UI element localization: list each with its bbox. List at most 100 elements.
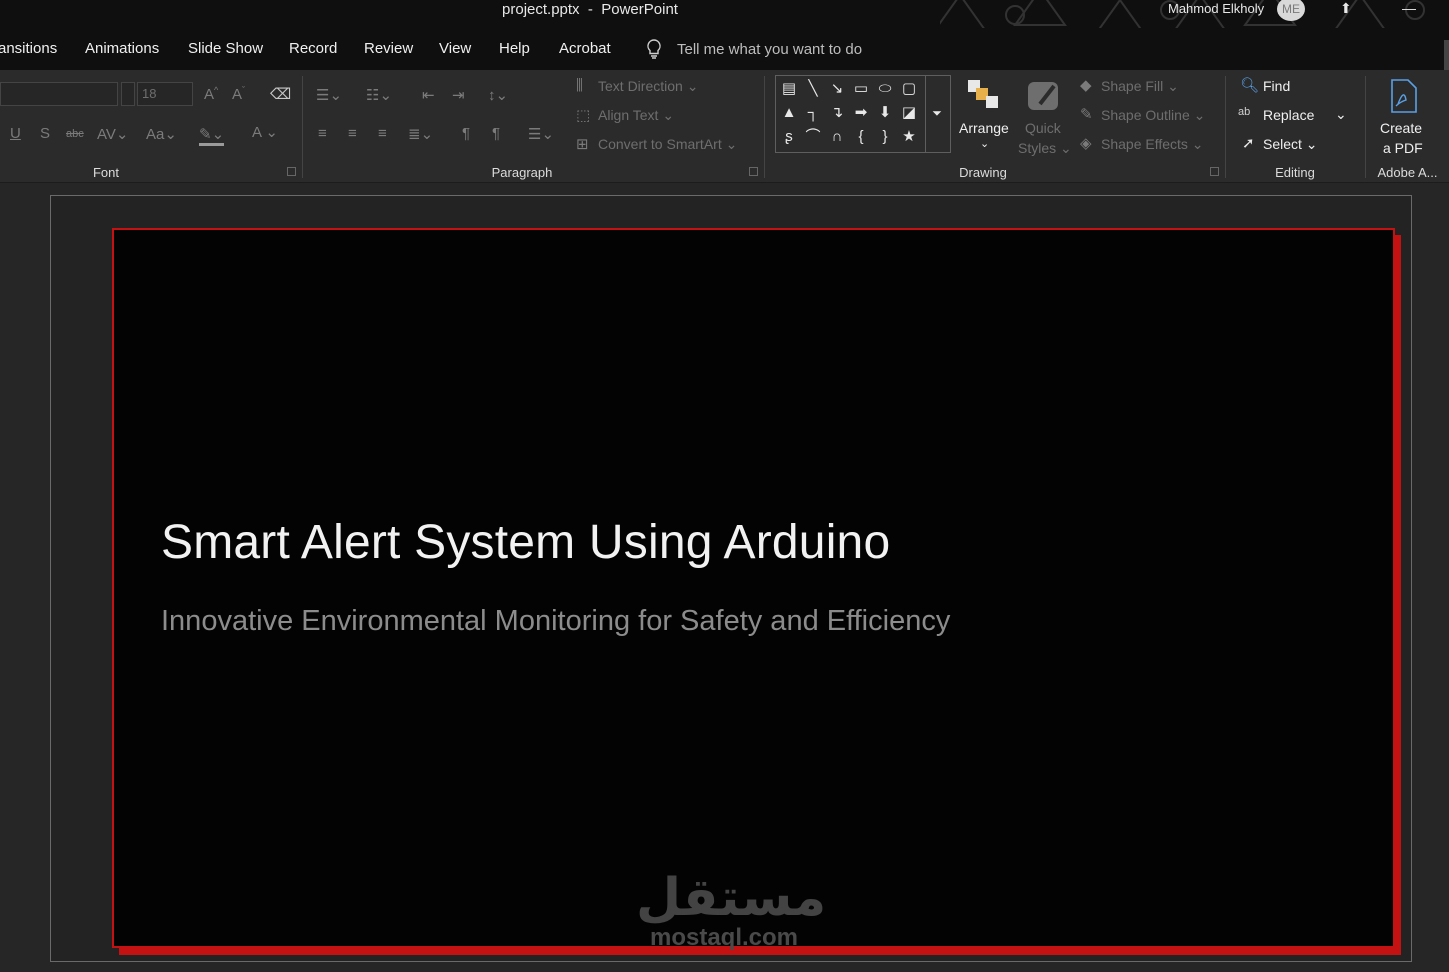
gallery-divider [925, 76, 926, 152]
columns-icon[interactable]: ☰⌄ [528, 125, 554, 143]
grow-font-icon[interactable]: A^ [204, 85, 218, 103]
align-right-icon[interactable]: ≡ [378, 125, 387, 142]
numbering-icon[interactable]: ☷⌄ [366, 86, 392, 104]
arrange-chevron-icon[interactable]: ⌄ [980, 137, 989, 150]
right-arrow-shape-icon[interactable]: ➡ [852, 104, 870, 122]
slide-subtitle[interactable]: Innovative Environmental Monitoring for … [161, 605, 950, 638]
tab-slide-show[interactable]: Slide Show [188, 40, 263, 57]
watermark-arabic: مستقل [636, 868, 827, 928]
smartart-icon: ⊞ [576, 136, 589, 153]
replace-button[interactable]: Replace [1263, 107, 1314, 123]
replace-chevron-icon[interactable]: ⌄ [1335, 106, 1347, 123]
shape-fill-button[interactable]: Shape Fill ⌄ [1101, 78, 1179, 95]
shape-outline-icon: ✎ [1080, 106, 1093, 123]
tab-animations[interactable]: Animations [85, 40, 159, 57]
down-arrow-shape-icon[interactable]: ⬇ [876, 104, 894, 122]
user-name[interactable]: Mahmod Elkholy [1168, 1, 1264, 16]
create-pdf-button-line2[interactable]: a PDF [1383, 140, 1423, 156]
quick-styles-button[interactable]: Quick [1025, 120, 1061, 136]
adobe-group-label: Adobe A... [1377, 165, 1438, 180]
arrow-line-shape-icon[interactable]: ↘ [828, 80, 846, 98]
shape-effects-button[interactable]: Shape Effects ⌄ [1101, 136, 1204, 153]
text-direction-button[interactable]: Text Direction ⌄ [598, 78, 698, 95]
strikethrough-icon[interactable]: abc [66, 128, 84, 140]
align-center-icon[interactable]: ≡ [348, 125, 357, 142]
arc-shape-icon[interactable]: ⌒ [804, 128, 822, 146]
clear-formatting-icon[interactable]: ⌫ [270, 85, 291, 103]
ribbon: 18 A^ Aˇ ⌫ U S abc AV⌄ Aa⌄ ✎⌄ A ⌄ Font ☰… [0, 70, 1449, 183]
right-brace-shape-icon[interactable]: } [876, 128, 894, 146]
tab-help[interactable]: Help [499, 40, 530, 57]
align-text-icon: ⬚ [576, 107, 591, 124]
find-icon: 🔍︎ [1240, 77, 1260, 94]
quick-styles-button-line2[interactable]: Styles ⌄ [1018, 140, 1072, 157]
align-left-icon[interactable]: ≡ [318, 125, 327, 142]
tab-acrobat[interactable]: Acrobat [559, 40, 611, 57]
tab-review[interactable]: Review [364, 40, 413, 57]
flowchart-shape-icon[interactable]: ◪ [900, 104, 918, 122]
rounded-rectangle-shape-icon[interactable]: ▢ [900, 80, 918, 98]
slide-content-box[interactable] [112, 228, 1395, 948]
ltr-direction-icon[interactable]: ¶ [462, 125, 470, 142]
arrange-button[interactable]: Arrange [959, 120, 1009, 136]
font-color-icon[interactable]: A ⌄ [252, 123, 278, 141]
left-brace-shape-icon[interactable]: { [852, 128, 870, 146]
slide-title[interactable]: Smart Alert System Using Arduino [161, 515, 890, 570]
line-spacing-icon[interactable]: ↕⌄ [488, 86, 508, 104]
shadow-icon[interactable]: S [40, 125, 50, 142]
find-button[interactable]: Find [1263, 78, 1290, 94]
select-button[interactable]: Select ⌄ [1263, 136, 1318, 153]
bullets-icon[interactable]: ☰⌄ [316, 86, 342, 104]
font-dialog-launcher[interactable] [287, 167, 296, 176]
tell-me-text: Tell me what you want to do [677, 40, 863, 58]
elbow-connector-shape-icon[interactable]: ┐ [804, 104, 822, 122]
tell-me-search[interactable]: Tell me what you want to do [645, 38, 862, 60]
triangle-shape-icon[interactable]: ▲ [780, 104, 798, 122]
line-shape-icon[interactable]: ╲ [804, 80, 822, 98]
highlight-color-icon[interactable]: ✎⌄ [199, 125, 225, 146]
create-pdf-icon[interactable] [1388, 78, 1420, 114]
ribbon-display-icon[interactable]: ⬆ [1340, 0, 1352, 17]
group-separator [1225, 76, 1226, 178]
shape-effects-icon: ◈ [1080, 135, 1092, 152]
font-name-dropdown[interactable] [121, 82, 135, 106]
arrange-icon[interactable] [966, 78, 1002, 112]
star-shape-icon[interactable]: ★ [900, 128, 918, 146]
font-size-value: 18 [142, 86, 157, 101]
shrink-font-icon[interactable]: Aˇ [232, 85, 245, 103]
quick-styles-icon[interactable] [1026, 78, 1062, 114]
oval-shape-icon[interactable]: ⬭ [876, 80, 894, 98]
align-text-button[interactable]: Align Text ⌄ [598, 107, 674, 124]
minimize-icon[interactable]: — [1402, 0, 1416, 16]
change-case-icon[interactable]: Aa⌄ [146, 125, 177, 143]
rtl-direction-icon[interactable]: ¶ [492, 125, 500, 142]
font-name-combo[interactable] [0, 82, 118, 106]
justify-icon[interactable]: ≣⌄ [408, 125, 433, 143]
elbow-arrow-shape-icon[interactable]: ↴ [828, 104, 846, 122]
decrease-indent-icon[interactable]: ⇤ [422, 86, 435, 104]
group-separator [302, 76, 303, 178]
convert-smartart-button[interactable]: Convert to SmartArt ⌄ [598, 136, 737, 153]
freeform-shape-icon[interactable]: ʂ [780, 128, 798, 146]
replace-icon: ab [1238, 106, 1251, 118]
curve-shape-icon[interactable]: ∩ [828, 128, 846, 146]
text-box-shape-icon[interactable]: ▤ [780, 80, 798, 98]
rectangle-shape-icon[interactable]: ▭ [852, 80, 870, 98]
drawing-group-label: Drawing [959, 165, 1007, 180]
gallery-more-icon[interactable]: ⏷ [928, 104, 946, 122]
tab-view[interactable]: View [439, 40, 471, 57]
shape-outline-button[interactable]: Shape Outline ⌄ [1101, 107, 1205, 124]
text-direction-icon: ⫼ [576, 77, 583, 94]
select-cursor-icon: ➚ [1242, 135, 1255, 152]
tab-transitions[interactable]: ansitions [0, 40, 57, 57]
font-size-combo[interactable]: 18 [137, 82, 193, 106]
powerpoint-window: project.pptx - PowerPoint Mahmod Elkholy… [0, 0, 1449, 972]
character-spacing-icon[interactable]: AV⌄ [97, 125, 128, 143]
paragraph-dialog-launcher[interactable] [749, 167, 758, 176]
create-pdf-button[interactable]: Create [1380, 120, 1422, 136]
underline-icon[interactable]: U [10, 125, 21, 142]
shapes-gallery[interactable]: ▤ ╲ ↘ ▭ ⬭ ▢ ▲ ┐ ↴ ➡ ⬇ ◪ ʂ ⌒ ∩ { } ★ ⏷ [775, 75, 951, 153]
tab-record[interactable]: Record [289, 40, 337, 57]
drawing-dialog-launcher[interactable] [1210, 167, 1219, 176]
increase-indent-icon[interactable]: ⇥ [452, 86, 465, 104]
